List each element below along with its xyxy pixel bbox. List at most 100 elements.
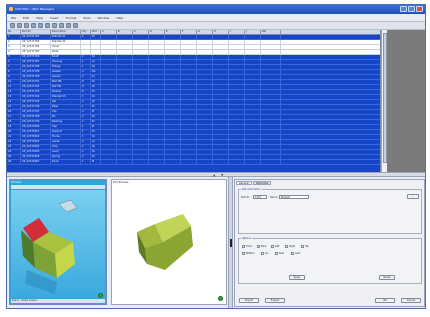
table-cell[interactable] [261,160,281,164]
table-cell[interactable] [101,60,117,64]
table-cell[interactable]: Frame [51,135,81,139]
table-cell[interactable]: Rib [51,100,81,104]
table-cell[interactable] [165,65,181,69]
table-cell[interactable]: Pl [91,110,101,114]
save-icon[interactable] [24,23,29,28]
table-cell[interactable] [213,140,229,144]
table-cell[interactable]: UP_12371782 [21,35,51,39]
table-cell[interactable] [197,90,213,94]
column-header[interactable]: H [213,30,229,34]
table-cell[interactable] [245,40,261,44]
table-cell[interactable]: 16 [7,110,21,114]
table-cell[interactable] [101,65,117,69]
table-cell[interactable] [261,60,281,64]
table-cell[interactable] [261,40,281,44]
table-cell[interactable]: St [91,65,101,69]
table-cell[interactable] [245,130,261,134]
table-cell[interactable]: St [91,155,101,159]
table-cell[interactable] [117,35,133,39]
table-cell[interactable] [133,95,149,99]
table-cell[interactable] [229,80,245,84]
table-cell[interactable]: 25 [7,155,21,159]
column-header[interactable]: G [197,30,213,34]
table-cell[interactable] [101,95,117,99]
table-cell[interactable]: 26 [7,160,21,164]
table-cell[interactable] [133,115,149,119]
table-cell[interactable]: Bracket 02 [51,40,81,44]
table-cell[interactable]: 2 [81,140,91,144]
table-cell[interactable]: 19 [7,125,21,129]
close-button[interactable] [416,6,423,12]
table-cell[interactable]: Flange [51,65,81,69]
table-cell[interactable] [133,70,149,74]
table-cell[interactable] [181,45,197,49]
table-cell[interactable] [181,95,197,99]
table-cell[interactable] [149,100,165,104]
table-cell[interactable] [133,45,149,49]
table-cell[interactable] [101,140,117,144]
table-cell[interactable] [101,120,117,124]
title-bar[interactable]: CAD PRO - [Part Manager] [7,5,425,14]
table-cell[interactable] [197,150,213,154]
table-cell[interactable] [197,45,213,49]
table-cell[interactable] [117,60,133,64]
table-cell[interactable] [213,40,229,44]
table-cell[interactable] [181,40,197,44]
rotate-icon[interactable] [73,23,78,28]
tab-attributes[interactable]: Attributes [252,181,272,185]
checkbox-icon[interactable] [301,245,304,248]
menu-help[interactable]: Help [116,16,123,20]
table-cell[interactable] [101,90,117,94]
table-cell[interactable] [261,105,281,109]
table-cell[interactable]: Pl [91,160,101,164]
table-cell[interactable] [117,125,133,129]
table-cell[interactable] [261,90,281,94]
column-header[interactable]: No [7,30,21,34]
table-cell[interactable]: UP_12371802 [21,135,51,139]
table-cell[interactable] [101,160,117,164]
table-cell[interactable] [165,105,181,109]
table-cell[interactable] [245,145,261,149]
table-cell[interactable]: 23 [7,145,21,149]
table-cell[interactable] [133,80,149,84]
table-cell[interactable]: St [91,130,101,134]
option-right[interactable]: Right [285,245,295,248]
table-cell[interactable] [149,145,165,149]
zoom-icon[interactable] [66,23,71,28]
table-cell[interactable]: 1 [81,150,91,154]
table-cell[interactable] [245,100,261,104]
table-cell[interactable] [91,50,101,54]
table-cell[interactable] [181,130,197,134]
table-cell[interactable] [149,50,165,54]
table-cell[interactable]: Support [51,130,81,134]
table-cell[interactable] [197,155,213,159]
table-cell[interactable] [165,90,181,94]
table-cell[interactable]: UP_12371786 [21,55,51,59]
table-cell[interactable]: 12 [7,90,21,94]
table-cell[interactable] [229,155,245,159]
table-cell[interactable]: Pin [51,115,81,119]
table-cell[interactable] [165,125,181,129]
table-cell[interactable] [165,70,181,74]
browse-button[interactable]: ... [407,194,419,199]
table-cell[interactable] [213,100,229,104]
table-cell[interactable] [133,150,149,154]
table-cell[interactable] [133,160,149,164]
table-cell[interactable] [197,105,213,109]
table-cell[interactable] [117,65,133,69]
table-cell[interactable] [229,90,245,94]
column-header[interactable]: Description [51,30,81,34]
table-cell[interactable] [261,95,281,99]
table-cell[interactable] [117,135,133,139]
table-cell[interactable]: UP_12371789 [21,70,51,74]
menu-insert[interactable]: Insert [50,16,59,20]
table-cell[interactable] [181,35,197,39]
table-cell[interactable] [165,140,181,144]
new-icon[interactable] [10,23,15,28]
splitter-grip[interactable] [230,239,232,247]
globe-icon-2[interactable] [218,296,223,301]
table-cell[interactable] [149,150,165,154]
table-cell[interactable] [245,115,261,119]
table-cell[interactable] [261,100,281,104]
table-cell[interactable] [197,80,213,84]
